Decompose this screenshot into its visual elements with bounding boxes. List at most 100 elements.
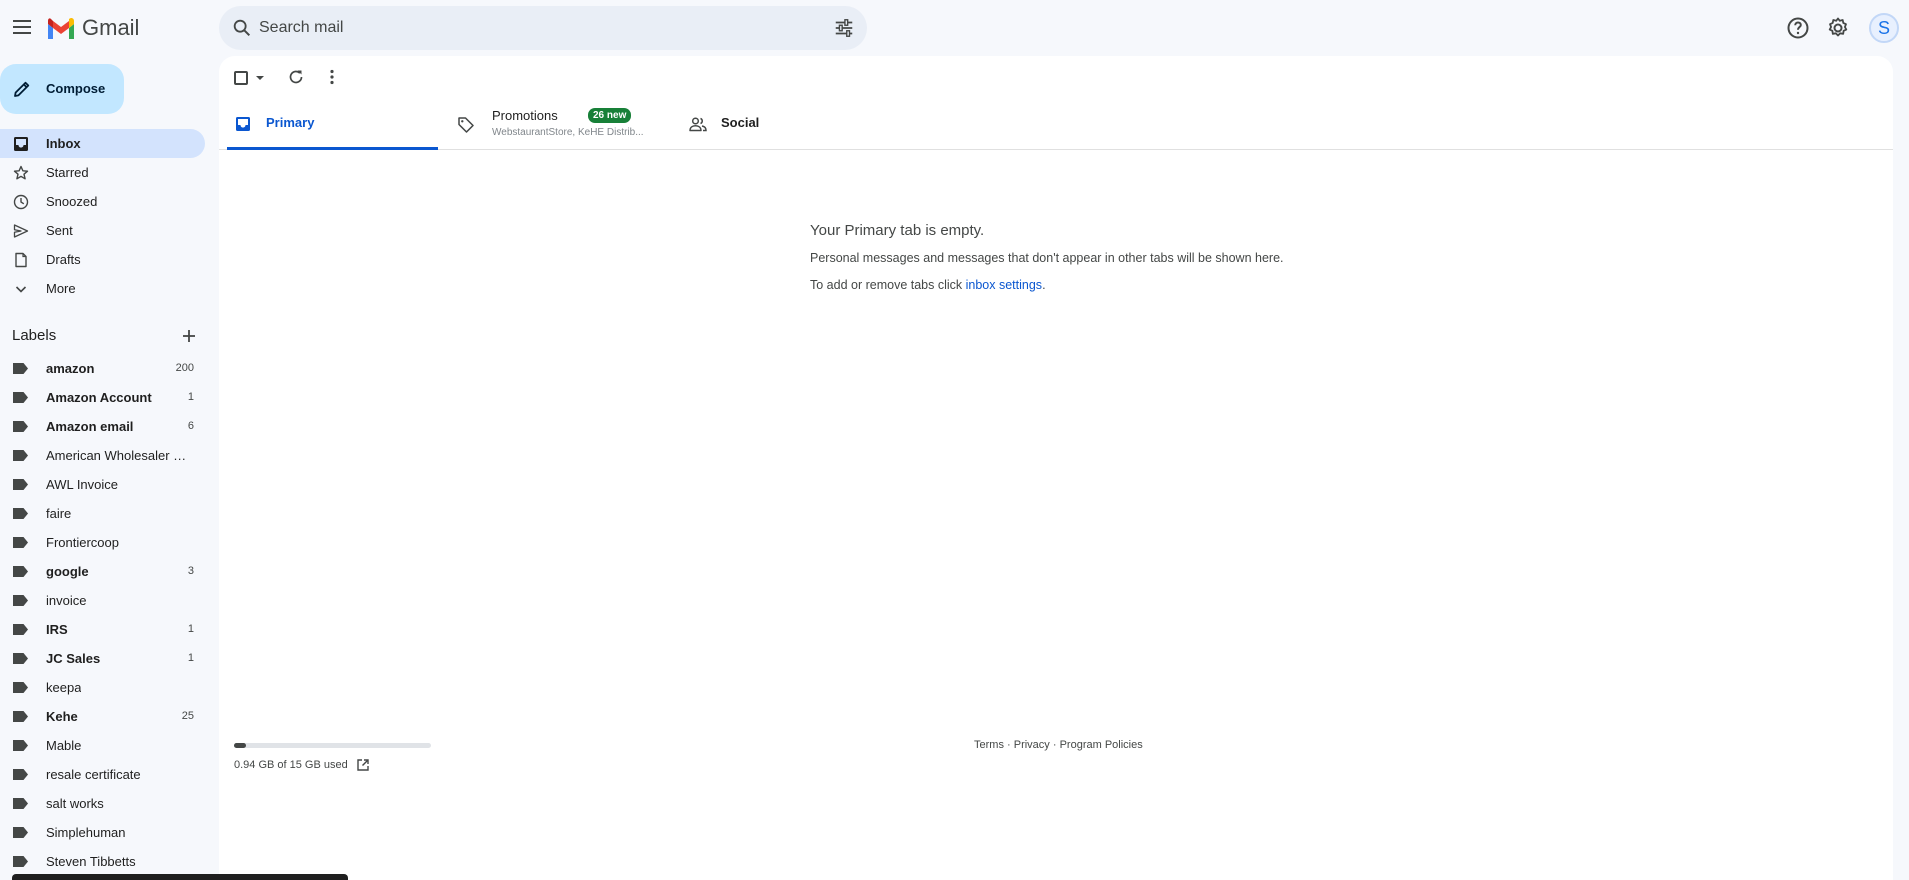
label-item-kehe[interactable]: Kehe 25 [0, 702, 205, 731]
label-list: amazon 200 Amazon Account 1 Amazon email 6 … [0, 354, 205, 876]
label-item-salt-works[interactable]: salt works [0, 789, 205, 818]
label-tag-icon [13, 595, 28, 606]
empty-state-description: Personal messages and messages that don'… [810, 251, 1284, 265]
label-item-american-wholesaler[interactable]: American Wholesaler S... [0, 441, 205, 470]
label-name: Amazon email [46, 419, 134, 434]
gmail-logo[interactable]: Gmail [46, 15, 139, 41]
search-icon[interactable] [231, 17, 253, 39]
program-policies-link[interactable]: Program Policies [1060, 739, 1143, 751]
label-tag-icon [13, 566, 28, 577]
label-name: American Wholesaler S... [46, 448, 191, 463]
search-input[interactable] [259, 6, 799, 50]
label-count: 3 [187, 565, 194, 577]
mail-panel: Primary Promotions 26 new WebstaurantSto… [219, 56, 1893, 880]
sidebar-nav: Inbox Starred Snoozed Sent Drafts More [0, 129, 205, 303]
label-name: keepa [46, 680, 82, 695]
label-tag-icon [13, 508, 28, 519]
storage-used-text: 0.94 GB of 15 GB used [234, 759, 348, 771]
label-item-jc-sales[interactable]: JC Sales 1 [0, 644, 205, 673]
label-name: Amazon Account [46, 390, 152, 405]
label-item-amazon-account[interactable]: Amazon Account 1 [0, 383, 205, 412]
label-item-keepa[interactable]: keepa [0, 673, 205, 702]
label-name: invoice [46, 593, 87, 608]
label-item-amazon-email[interactable]: Amazon email 6 [0, 412, 205, 441]
sidebar-item-starred[interactable]: Starred [0, 158, 205, 187]
account-avatar[interactable]: S [1869, 13, 1899, 43]
sidebar-item-inbox[interactable]: Inbox [0, 129, 205, 158]
new-count-badge: 26 new [588, 108, 632, 123]
label-count: 200 [175, 362, 194, 374]
label-tag-icon [13, 769, 28, 780]
label-item-google[interactable]: google 3 [0, 557, 205, 586]
storage-info: 0.94 GB of 15 GB used [234, 758, 431, 772]
tab-promotions[interactable]: Promotions 26 new WebstaurantStore, KeHE… [457, 98, 673, 150]
label-tag-icon [13, 537, 28, 548]
compose-label: Compose [46, 81, 106, 96]
sidebar-item-label: Sent [46, 223, 73, 238]
storage-bar-fill [234, 743, 247, 748]
more-vert-icon[interactable] [323, 68, 341, 86]
label-name: resale certificate [46, 767, 141, 782]
label-tag-icon [13, 479, 28, 490]
sidebar-item-label: Drafts [46, 252, 81, 267]
footer-separator: · [1049, 739, 1060, 751]
label-item-amazon[interactable]: amazon 200 [0, 354, 205, 383]
label-count: 1 [187, 391, 194, 403]
label-tag-icon [13, 798, 28, 809]
label-tag-icon [13, 653, 28, 664]
gear-icon[interactable] [1826, 16, 1850, 40]
label-name: salt works [46, 796, 104, 811]
label-tag-icon [13, 682, 28, 693]
label-name: Simplehuman [46, 825, 126, 840]
terms-link[interactable]: Terms [974, 739, 1004, 751]
refresh-icon[interactable] [287, 68, 305, 86]
privacy-link[interactable]: Privacy [1014, 739, 1050, 751]
select-all-checkbox[interactable] [234, 71, 248, 85]
label-name: Kehe [46, 709, 78, 724]
label-name: google [46, 564, 89, 579]
search-options-icon[interactable] [833, 17, 855, 39]
label-item-frontiercoop[interactable]: Frontiercoop [0, 528, 205, 557]
label-item-faire[interactable]: faire [0, 499, 205, 528]
label-item-simplehuman[interactable]: Simplehuman [0, 818, 205, 847]
label-item-resale-certificate[interactable]: resale certificate [0, 760, 205, 789]
people-icon [689, 117, 707, 132]
open-in-new-icon[interactable] [356, 758, 370, 772]
app-name: Gmail [82, 15, 140, 40]
label-item-mable[interactable]: Mable [0, 731, 205, 760]
inbox-settings-link[interactable]: inbox settings [966, 278, 1042, 292]
inbox-icon [236, 117, 250, 131]
select-dropdown-icon[interactable] [255, 73, 265, 83]
label-tag-icon [13, 450, 28, 461]
label-count: 6 [187, 420, 194, 432]
compose-button[interactable]: Compose [0, 64, 124, 114]
tab-primary[interactable]: Primary [227, 98, 438, 150]
label-tag-icon [13, 392, 28, 403]
sidebar-item-sent[interactable]: Sent [0, 216, 205, 245]
plus-icon[interactable] [180, 327, 198, 345]
sidebar-item-drafts[interactable]: Drafts [0, 245, 205, 274]
tab-senders-preview: WebstaurantStore, KeHE Distrib... [492, 127, 644, 138]
labels-header: Labels [0, 322, 205, 350]
inbox-icon [14, 137, 28, 151]
label-item-steven-tibbetts[interactable]: Steven Tibbetts [0, 847, 205, 876]
label-name: Steven Tibbetts [46, 854, 136, 869]
label-item-awl-invoice[interactable]: AWL Invoice [0, 470, 205, 499]
tab-social[interactable]: Social [689, 98, 839, 150]
label-item-invoice[interactable]: invoice [0, 586, 205, 615]
sidebar-item-more[interactable]: More [0, 274, 205, 303]
main-menu-icon[interactable] [9, 14, 35, 40]
label-name: Frontiercoop [46, 535, 119, 550]
sidebar-item-label: Starred [46, 165, 89, 180]
label-tag-icon [13, 421, 28, 432]
clock-icon [13, 194, 29, 210]
label-name: Mable [46, 738, 82, 753]
tab-label: Promotions [492, 108, 558, 123]
label-item-irs[interactable]: IRS 1 [0, 615, 205, 644]
bottom-overlay-bar [12, 874, 348, 880]
help-icon[interactable] [1786, 16, 1810, 40]
sidebar-item-label: Snoozed [46, 194, 98, 209]
sidebar-item-snoozed[interactable]: Snoozed [0, 187, 205, 216]
pencil-icon [14, 81, 30, 97]
label-count: 1 [187, 652, 194, 664]
